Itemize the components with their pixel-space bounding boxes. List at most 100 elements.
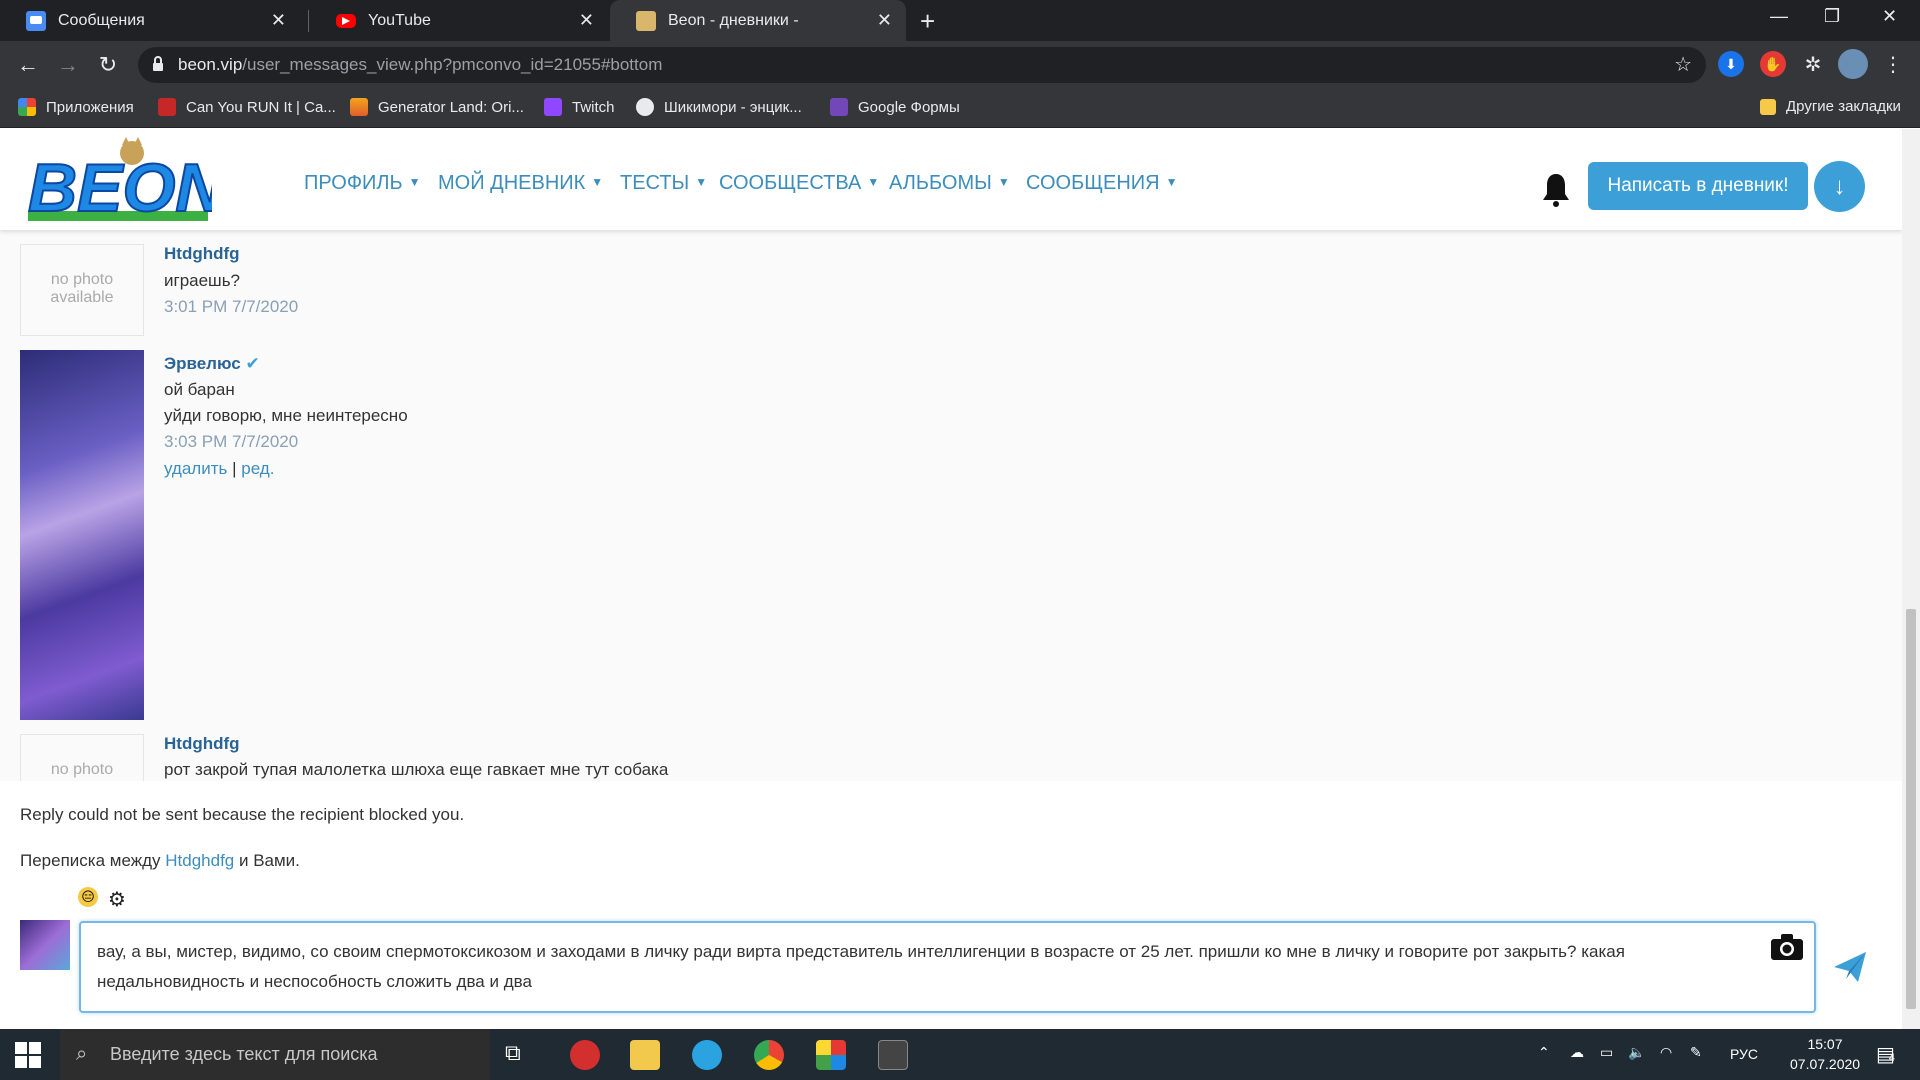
message-actions: удалить | ред. <box>164 459 275 478</box>
svg-text:BEON: BEON <box>28 150 212 223</box>
menu-albums[interactable]: АЛЬБОМЫ ▼ <box>889 172 1010 195</box>
message-author[interactable]: Htdghdfg <box>164 734 240 754</box>
site-header: BEON ПРОФИЛЬ ▼ МОЙ ДНЕВНИК ▼ ТЕСТЫ ▼ СООБЩЕ… <box>0 129 1902 230</box>
close-icon[interactable]: ✕ <box>877 10 892 31</box>
download-extension-icon[interactable]: ⬇ <box>1718 51 1744 77</box>
menu-my-diary[interactable]: МОЙ ДНЕВНИК ▼ <box>438 172 603 195</box>
address-bar[interactable]: beon.vip/user_messages_view.php?pmconvo_… <box>138 47 1706 83</box>
chrome-icon[interactable] <box>754 1040 784 1070</box>
message-text: ой баран <box>164 380 235 399</box>
avatar[interactable] <box>20 350 144 720</box>
beon-favicon-icon <box>636 10 656 31</box>
user-link[interactable]: Htdghdfg <box>165 851 234 870</box>
bookmark-star-icon[interactable]: ☆ <box>1674 52 1692 77</box>
message-author[interactable]: Эрвелюс ✔ <box>164 354 260 374</box>
notifications-icon[interactable]: ▤4 <box>1876 1042 1895 1067</box>
file-explorer-icon[interactable] <box>630 1040 660 1070</box>
language-indicator[interactable]: РУС <box>1730 1046 1758 1062</box>
tab-strip: Сообщения ✕ YouTube ✕ Beon - дневники - … <box>0 0 1920 41</box>
app-icon[interactable] <box>570 1040 600 1070</box>
windows-taskbar: ⌕ Введите здесь текст для поиска ⧉ ⌃ ☁ ▭… <box>0 1029 1920 1080</box>
battery-icon[interactable]: ▭ <box>1600 1044 1613 1061</box>
new-tab-button[interactable]: + <box>920 6 935 37</box>
close-window-icon[interactable]: ✕ <box>1882 6 1897 27</box>
tab-title: YouTube <box>368 11 431 29</box>
camera-icon[interactable] <box>1770 933 1804 961</box>
message-text: рот закрой тупая малолетка шлюха еще гав… <box>164 760 669 779</box>
other-bookmarks[interactable]: Другие закладки <box>1760 98 1901 115</box>
write-diary-button[interactable]: Написать в дневник! <box>1588 162 1808 210</box>
bell-icon[interactable] <box>1541 172 1571 208</box>
tab-title: Beon - дневники - <box>668 11 799 29</box>
tray-chevron-icon[interactable]: ⌃ <box>1538 1044 1550 1061</box>
menu-messages[interactable]: СООБЩЕНИЯ ▼ <box>1026 172 1177 195</box>
restore-icon[interactable]: ❐ <box>1824 6 1840 27</box>
lock-icon <box>153 56 163 71</box>
bookmark-canyourunit[interactable]: Can You RUN It | Ca... <box>158 98 336 116</box>
twitch-icon <box>544 98 562 116</box>
message-list: no photo available Htdghdfg играешь? 3:0… <box>0 230 1902 781</box>
minimize-icon[interactable]: — <box>1770 6 1788 27</box>
shikimori-icon <box>636 98 654 116</box>
taskbar-search[interactable]: ⌕ Введите здесь текст для поиска <box>60 1029 490 1080</box>
message-time: 3:01 PM 7/7/2020 <box>164 297 299 316</box>
forward-icon[interactable]: → <box>52 49 84 81</box>
tab-title: Сообщения <box>58 11 145 29</box>
edit-link[interactable]: ред. <box>241 459 274 478</box>
close-icon[interactable]: ✕ <box>579 10 594 31</box>
scrollbar[interactable] <box>1902 129 1920 1029</box>
bookmark-apps[interactable]: Приложения <box>18 98 134 116</box>
blocked-notice: Reply could not be sent because the reci… <box>20 805 465 824</box>
wifi-icon[interactable]: ◠ <box>1660 1044 1672 1061</box>
message-author[interactable]: Htdghdfg <box>164 244 240 264</box>
emoji-icon[interactable]: 😑 <box>78 887 98 907</box>
reload-icon[interactable]: ↻ <box>92 49 124 81</box>
beon-logo[interactable]: BEON <box>24 137 212 223</box>
my-avatar <box>20 920 70 970</box>
scroll-thumb[interactable] <box>1906 609 1916 1009</box>
send-icon[interactable] <box>1832 949 1868 985</box>
avatar-placeholder: no photo <box>20 734 144 781</box>
site-favicon-icon <box>350 98 368 116</box>
cube-app-icon[interactable] <box>816 1040 846 1070</box>
reply-textarea[interactable]: вау, а вы, мистер, видимо, со своим спер… <box>79 921 1816 1013</box>
tab-beon[interactable]: Beon - дневники - ✕ <box>610 0 906 41</box>
close-icon[interactable]: ✕ <box>271 10 286 31</box>
site-favicon-icon <box>158 98 176 116</box>
adblock-extension-icon[interactable]: ✋ <box>1760 51 1786 77</box>
menu-tests[interactable]: ТЕСТЫ ▼ <box>620 172 707 195</box>
tab-youtube[interactable]: YouTube ✕ <box>310 0 608 41</box>
game-app-icon[interactable] <box>878 1040 908 1070</box>
bookmark-twitch[interactable]: Twitch <box>544 98 615 116</box>
message-time: 3:03 PM 7/7/2020 <box>164 432 299 451</box>
windows-start-icon[interactable] <box>15 1042 41 1068</box>
bookmarks-bar: Приложения Can You RUN It | Ca... Genera… <box>0 88 1920 128</box>
reply-text[interactable]: вау, а вы, мистер, видимо, со своим спер… <box>97 937 1757 997</box>
menu-dots-icon[interactable]: ⋮ <box>1880 51 1906 77</box>
bookmark-shikimori[interactable]: Шикимори - энцик... <box>636 98 802 116</box>
gear-icon[interactable]: ⚙ <box>108 887 126 912</box>
search-icon: ⌕ <box>76 1043 88 1065</box>
chat-icon <box>26 10 46 31</box>
delete-link[interactable]: удалить <box>164 459 227 478</box>
apps-grid-icon <box>18 98 36 116</box>
scroll-down-button[interactable]: ↓ <box>1814 161 1865 212</box>
page-content: BEON ПРОФИЛЬ ▼ МОЙ ДНЕВНИК ▼ ТЕСТЫ ▼ СООБЩЕ… <box>0 129 1902 1029</box>
volume-icon[interactable]: 🔈 <box>1628 1044 1645 1061</box>
menu-communities[interactable]: СООБЩЕСТВА ▼ <box>719 172 879 195</box>
tab-messages[interactable]: Сообщения ✕ <box>0 0 300 41</box>
bookmark-google-forms[interactable]: Google Формы <box>830 98 960 116</box>
pen-icon[interactable]: ✎ <box>1690 1044 1702 1061</box>
task-view-icon[interactable]: ⧉ <box>505 1040 535 1070</box>
cloud-icon[interactable]: ☁ <box>1570 1044 1584 1061</box>
bookmark-generatorland[interactable]: Generator Land: Ori... <box>350 98 524 116</box>
back-icon[interactable]: ← <box>12 49 44 81</box>
url-text: beon.vip/user_messages_view.php?pmconvo_… <box>178 55 663 74</box>
arrow-down-icon: ↓ <box>1833 172 1846 200</box>
profile-avatar[interactable] <box>1838 49 1868 79</box>
telegram-icon[interactable] <box>692 1040 722 1070</box>
avatar-placeholder: no photo available <box>20 244 144 336</box>
puzzle-icon[interactable]: ✲ <box>1800 51 1826 77</box>
clock[interactable]: 15:07 07.07.2020 <box>1790 1036 1860 1072</box>
menu-profile[interactable]: ПРОФИЛЬ ▼ <box>304 172 421 195</box>
